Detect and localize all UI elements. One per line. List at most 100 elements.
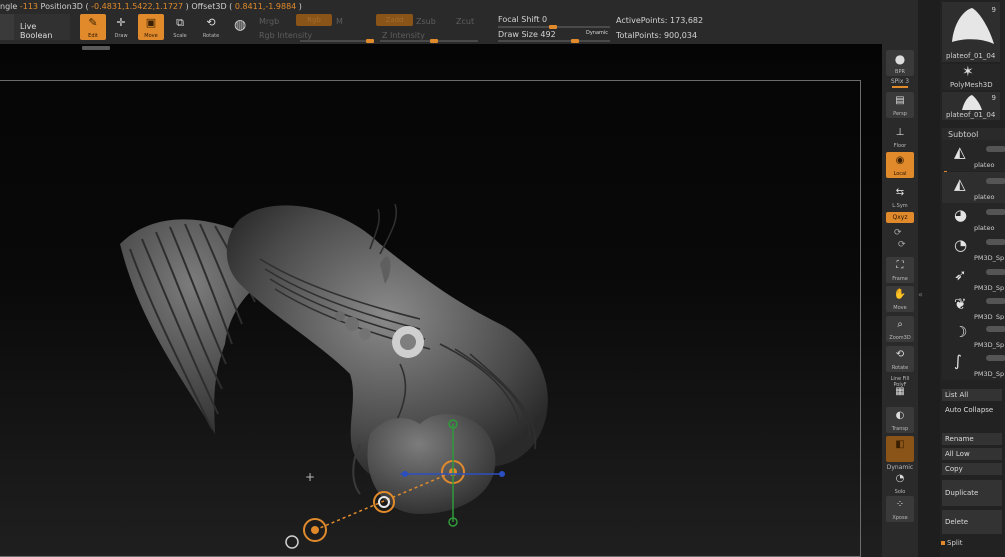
- frame-label: Frame: [892, 276, 908, 282]
- dynamic-button[interactable]: Dynamic: [586, 30, 608, 36]
- zcut-button[interactable]: Zcut: [456, 17, 474, 26]
- polyf-button[interactable]: ▦ Line Fill PolyF: [886, 376, 914, 402]
- subtool-name: PM3D_Sp: [974, 254, 1005, 262]
- transp-button[interactable]: ◐ Transp: [886, 407, 914, 433]
- edit-button[interactable]: ✎ Edit: [80, 14, 106, 40]
- split-label[interactable]: Split: [947, 539, 963, 547]
- lsym-icon: ⇆: [895, 187, 905, 198]
- copy-button[interactable]: Copy: [942, 463, 1002, 475]
- live-boolean-strip: [0, 14, 14, 40]
- subtool-item[interactable]: ◭ plateo: [942, 172, 1005, 203]
- subtool-toggle[interactable]: [986, 326, 1005, 332]
- focal-shift-label: Focal Shift: [498, 15, 540, 24]
- tool-name-2: plateof_01_04: [946, 111, 996, 119]
- rotate-label: Rotate: [202, 33, 220, 39]
- subtool-toggle[interactable]: [986, 209, 1005, 215]
- tool-count-2: 9: [991, 94, 996, 102]
- subtool-item[interactable]: ∫ PM3D_Sp: [942, 349, 1005, 380]
- subtool-name: PM3D_Sp: [974, 284, 1005, 292]
- solo-label: Solo: [894, 489, 906, 495]
- rotate-axis-icon-2[interactable]: ⟳: [898, 240, 906, 250]
- subtool-toggle[interactable]: [986, 239, 1005, 245]
- subtool-item[interactable]: ➶ PM3D_Sp: [942, 263, 1005, 294]
- qxyz-button[interactable]: Qxyz: [886, 212, 914, 223]
- all-low-button[interactable]: All Low: [942, 448, 1002, 460]
- polymesh-thumbnail[interactable]: ✶ PolyMesh3D: [942, 64, 1000, 90]
- zsub-button[interactable]: Zsub: [416, 17, 436, 26]
- rgb-button[interactable]: Rgb: [296, 14, 332, 26]
- tool-thumbnail-1[interactable]: 9 plateof_01_04: [942, 2, 1000, 62]
- subtool-toggle[interactable]: [986, 178, 1005, 184]
- move-view-button[interactable]: ✋ Move: [886, 286, 914, 312]
- bpr-button[interactable]: ● BPR: [886, 50, 914, 76]
- transform-info: ngle -113 Position3D ( -0.4831,1.5422,1.…: [0, 2, 302, 11]
- spix-control[interactable]: SPix 3: [882, 78, 918, 85]
- subtool-item[interactable]: ☽ PM3D_Sp: [942, 320, 1005, 351]
- focal-shift-control[interactable]: Focal Shift 0: [498, 15, 547, 24]
- ghost-button[interactable]: ◧: [886, 436, 914, 462]
- draw-size-knob[interactable]: [571, 39, 579, 43]
- tool-thumbnail-2[interactable]: 9 plateof_01_04: [942, 92, 1000, 120]
- rgb-intensity-knob[interactable]: [366, 39, 374, 43]
- sphere-icon: ●: [894, 52, 906, 66]
- rotate-axis-icon[interactable]: ⟳: [894, 228, 902, 238]
- transp-icon: ◐: [895, 410, 905, 421]
- subtool-toggle[interactable]: [986, 269, 1005, 275]
- subtool-toggle[interactable]: [986, 298, 1005, 304]
- split-indicator: [941, 541, 945, 545]
- m-button[interactable]: M: [336, 17, 343, 26]
- angle-label: ngle: [0, 2, 18, 11]
- live-boolean-button[interactable]: Live Boolean: [0, 14, 70, 40]
- subtool-item[interactable]: ❦ PM3D_Sp: [942, 292, 1005, 323]
- rgb-intensity-slider[interactable]: [300, 40, 370, 42]
- offset-label: ) Offset3D (: [185, 2, 233, 11]
- spix-slider[interactable]: [892, 86, 908, 88]
- local-icon: ◉: [895, 155, 905, 166]
- persp-button[interactable]: ▤ Persp: [886, 92, 914, 118]
- scale-button[interactable]: ⧉ Scale: [167, 14, 193, 40]
- subtool-name: plateo: [974, 161, 995, 169]
- subtool-item[interactable]: ◭ plateo: [942, 140, 1005, 171]
- frame-button[interactable]: ⛶ Frame: [886, 257, 914, 283]
- focal-shift-knob[interactable]: [549, 25, 557, 29]
- lsym-button[interactable]: ⇆ L.Sym: [886, 184, 914, 210]
- z-intensity-knob[interactable]: [430, 39, 438, 43]
- zadd-button[interactable]: Zadd: [376, 14, 413, 26]
- subtool-shell-icon: ◭: [954, 143, 966, 161]
- rotate-button[interactable]: ⟲ Rotate: [198, 14, 224, 40]
- panel-collapse-arrow[interactable]: «: [918, 290, 923, 299]
- subtool-item[interactable]: ◔ PM3D_Sp: [942, 233, 1005, 264]
- zoom3d-button[interactable]: ⌕ Zoom3D: [886, 316, 914, 342]
- auto-collapse-button[interactable]: Auto Collapse: [942, 404, 1002, 416]
- xpose-button[interactable]: ⁘ Xpose: [886, 496, 914, 522]
- draw-size-control[interactable]: Draw Size 492: [498, 30, 556, 39]
- active-points-label: ActivePoints:: [616, 16, 668, 25]
- list-all-button[interactable]: List All: [942, 389, 1002, 401]
- subtool-toggle[interactable]: [986, 355, 1005, 361]
- rename-button[interactable]: Rename: [942, 433, 1002, 445]
- floor-label: Floor: [893, 143, 907, 149]
- mrgb-button[interactable]: Mrgb: [259, 17, 279, 26]
- sculpt-model[interactable]: +: [0, 44, 882, 557]
- subtool-hook-icon: ☽: [954, 323, 968, 341]
- subtool-item[interactable]: ◕ plateo: [942, 203, 1005, 234]
- gizmo-button[interactable]: ◍: [227, 14, 253, 40]
- floor-button[interactable]: ⊥ Floor: [886, 124, 914, 150]
- local-button[interactable]: ◉ Local: [886, 152, 914, 178]
- edit-label: Edit: [88, 33, 98, 39]
- draw-label: Draw: [114, 33, 128, 39]
- move-button[interactable]: ▣ Move: [138, 14, 164, 40]
- polyf-label: Line Fill PolyF: [890, 376, 910, 388]
- delete-button[interactable]: Delete: [942, 510, 1002, 534]
- z-intensity-label: Z Intensity: [382, 31, 425, 40]
- z-intensity-slider[interactable]: [380, 40, 478, 42]
- solo-button[interactable]: ◔ Solo: [886, 470, 914, 496]
- draw-size-slider[interactable]: [498, 40, 610, 42]
- rotate-view-button[interactable]: ⟲ Rotate: [886, 346, 914, 372]
- bpr-label: BPR: [895, 69, 905, 75]
- draw-button[interactable]: ✛ Draw: [108, 14, 134, 40]
- duplicate-button[interactable]: Duplicate: [942, 480, 1002, 506]
- floor-icon: ⊥: [895, 127, 905, 138]
- subtool-toggle[interactable]: [986, 146, 1005, 152]
- rotate-view-label: Rotate: [891, 365, 909, 371]
